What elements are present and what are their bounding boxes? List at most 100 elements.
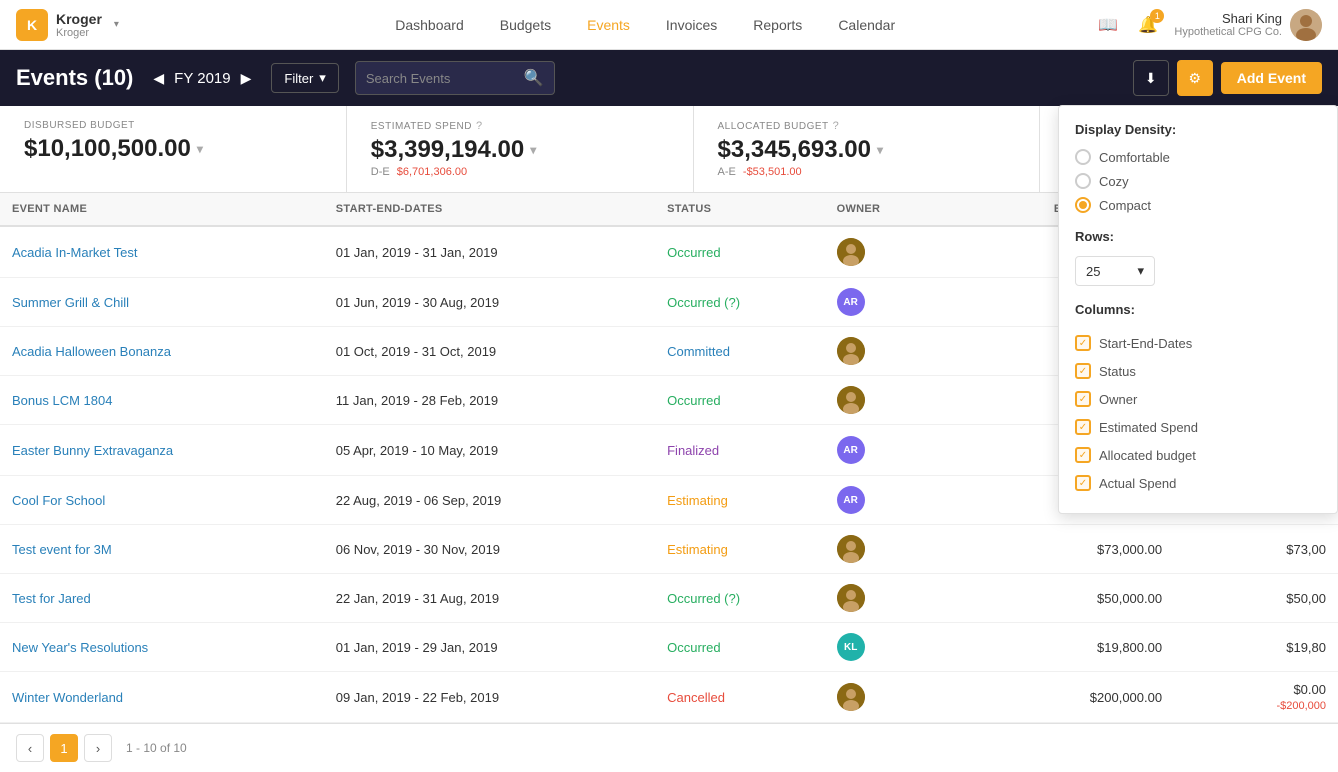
allocated-value: $3,345,693.00 ▾ [718, 136, 1016, 164]
event-link[interactable]: Winter Wonderland [12, 690, 123, 705]
status-cell: Occurred [655, 376, 825, 425]
status-badge: Cancelled [667, 690, 725, 705]
page-1-button[interactable]: 1 [50, 734, 78, 762]
owner-cell: AR [825, 425, 943, 476]
estimated-help-icon[interactable]: ? [476, 120, 483, 132]
nav-events[interactable]: Events [571, 9, 646, 41]
columns-list: ✓ Start-End-Dates ✓ Status ✓ Owner ✓ Est… [1075, 329, 1321, 497]
event-name-cell: Summer Grill & Chill [0, 278, 324, 327]
column-label: Status [1099, 364, 1136, 379]
download-button[interactable]: ⬇ [1133, 60, 1169, 96]
user-info[interactable]: Shari King Hypothetical CPG Co. [1174, 9, 1322, 41]
year-prev-button[interactable]: ◀ [149, 66, 168, 91]
owner-cell: AR [825, 476, 943, 525]
next-page-button[interactable]: › [84, 734, 112, 762]
status-cell: Occurred [655, 623, 825, 672]
allocated-neg: -$200,000 [1276, 700, 1326, 712]
estimated-chevron-icon[interactable]: ▾ [530, 143, 536, 157]
column-checkbox-item[interactable]: ✓ Owner [1075, 385, 1321, 413]
prev-page-button[interactable]: ‹ [16, 734, 44, 762]
allocated-cell: $19,80 [1174, 623, 1338, 672]
nav-reports[interactable]: Reports [737, 9, 818, 41]
disbursed-label: DISBURSED BUDGET [24, 120, 322, 131]
allocated-chevron-icon[interactable]: ▾ [877, 143, 883, 157]
year-next-button[interactable]: ▶ [237, 66, 256, 91]
settings-button[interactable]: ⚙ [1177, 60, 1213, 96]
event-link[interactable]: Easter Bunny Extravaganza [12, 443, 173, 458]
column-checkbox-item[interactable]: ✓ Actual Spend [1075, 469, 1321, 497]
status-badge: Occurred (?) [667, 295, 740, 310]
density-title: Display Density: [1075, 122, 1321, 137]
allocated-help-icon[interactable]: ? [833, 120, 840, 132]
disbursed-value: $10,100,500.00 ▾ [24, 135, 322, 163]
column-checkbox-item[interactable]: ✓ Start-End-Dates [1075, 329, 1321, 357]
comfortable-label: Comfortable [1099, 150, 1170, 165]
filter-button[interactable]: Filter ▾ [271, 63, 338, 93]
columns-section: Columns: ✓ Start-End-Dates ✓ Status ✓ Ow… [1075, 302, 1321, 497]
status-badge: Estimating [667, 493, 728, 508]
owner-avatar: KL [837, 633, 865, 661]
search-input[interactable] [366, 71, 516, 86]
allocated-sub: A-E -$53,501.00 [718, 166, 1016, 178]
event-link[interactable]: Acadia In-Market Test [12, 245, 137, 260]
density-compact[interactable]: Compact [1075, 197, 1321, 213]
event-link[interactable]: Bonus LCM 1804 [12, 393, 112, 408]
status-cell: Cancelled [655, 672, 825, 723]
dates-cell: 22 Jan, 2019 - 31 Aug, 2019 [324, 574, 655, 623]
event-link[interactable]: Cool For School [12, 493, 105, 508]
event-name-cell: New Year's Resolutions [0, 623, 324, 672]
status-badge: Committed [667, 344, 730, 359]
event-name-cell: Easter Bunny Extravaganza [0, 425, 324, 476]
column-checkbox-item[interactable]: ✓ Estimated Spend [1075, 413, 1321, 441]
status-cell: Committed [655, 327, 825, 376]
owner-avatar [837, 386, 865, 414]
chevron-down-icon[interactable]: ▾ [114, 19, 119, 30]
estimated-value: $3,399,194.00 ▾ [371, 136, 669, 164]
nav-calendar[interactable]: Calendar [822, 9, 911, 41]
filter-chevron-icon: ▾ [319, 70, 326, 86]
add-event-button[interactable]: Add Event [1221, 62, 1322, 94]
event-name-cell: Winter Wonderland [0, 672, 324, 723]
year-nav: ◀ FY 2019 ▶ [149, 66, 255, 91]
user-details: Shari King Hypothetical CPG Co. [1174, 11, 1282, 38]
compact-radio[interactable] [1075, 197, 1091, 213]
nav-dashboard[interactable]: Dashboard [379, 9, 480, 41]
column-label: Start-End-Dates [1099, 336, 1192, 351]
estimated-spend-cell: $200,000.00 [943, 672, 1174, 723]
user-name: Shari King [1174, 11, 1282, 26]
comfortable-radio[interactable] [1075, 149, 1091, 165]
brand[interactable]: K Kroger Kroger ▾ [16, 9, 196, 41]
book-icon[interactable]: 📖 [1094, 11, 1122, 39]
nav-budgets[interactable]: Budgets [484, 9, 567, 41]
owner-avatar [837, 238, 865, 266]
cozy-radio[interactable] [1075, 173, 1091, 189]
event-name-cell: Bonus LCM 1804 [0, 376, 324, 425]
event-link[interactable]: Test for Jared [12, 591, 91, 606]
nav-links: Dashboard Budgets Events Invoices Report… [196, 9, 1094, 41]
nav-invoices[interactable]: Invoices [650, 9, 733, 41]
column-checkbox-item[interactable]: ✓ Allocated budget [1075, 441, 1321, 469]
col-owner: OWNER [825, 193, 943, 226]
column-checkbox-item[interactable]: ✓ Status [1075, 357, 1321, 385]
owner-avatar: AR [837, 436, 865, 464]
rows-select[interactable]: 25 ▾ [1075, 256, 1155, 286]
disbursed-budget-block: DISBURSED BUDGET $10,100,500.00 ▾ [0, 106, 347, 192]
event-name-cell: Test for Jared [0, 574, 324, 623]
estimated-label: ESTIMATED SPEND ? [371, 120, 669, 132]
event-link[interactable]: New Year's Resolutions [12, 640, 148, 655]
density-cozy[interactable]: Cozy [1075, 173, 1321, 189]
status-badge: Occurred [667, 245, 720, 260]
event-name-cell: Cool For School [0, 476, 324, 525]
event-name-cell: Acadia In-Market Test [0, 226, 324, 278]
event-link[interactable]: Acadia Halloween Bonanza [12, 344, 171, 359]
owner-avatar [837, 337, 865, 365]
density-comfortable[interactable]: Comfortable [1075, 149, 1321, 165]
event-link[interactable]: Test event for 3M [12, 542, 112, 557]
allocated-cell: $73,00 [1174, 525, 1338, 574]
disbursed-chevron-icon[interactable]: ▾ [197, 142, 203, 156]
status-cell: Occurred [655, 226, 825, 278]
avatar[interactable] [1290, 9, 1322, 41]
columns-title: Columns: [1075, 302, 1321, 317]
notification-icon[interactable]: 🔔 1 [1134, 11, 1162, 39]
event-link[interactable]: Summer Grill & Chill [12, 295, 129, 310]
